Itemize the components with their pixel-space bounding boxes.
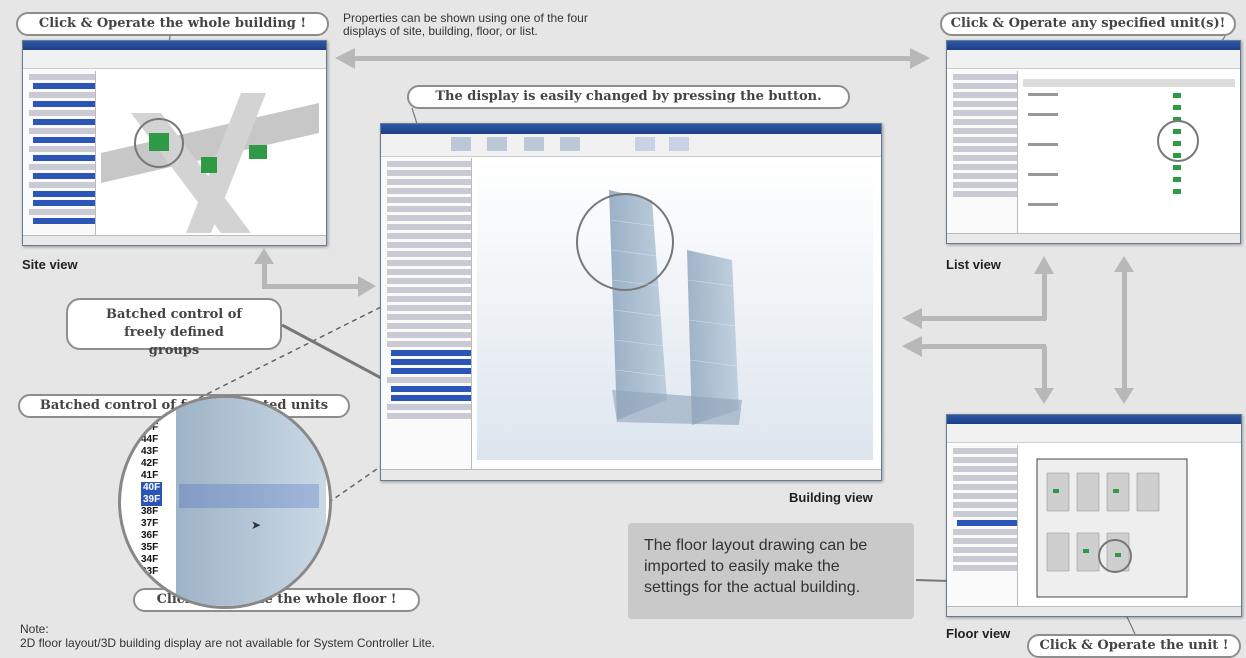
list-window-toolbar [947, 50, 1240, 69]
building-window-titlebar [381, 124, 881, 134]
site-view-button[interactable] [451, 137, 471, 151]
floor-label[interactable]: 36F [141, 530, 162, 542]
list-tree-panel[interactable] [947, 71, 1018, 233]
refresh-icon[interactable] [669, 137, 690, 151]
floor-window-titlebar [947, 415, 1241, 424]
floor-label[interactable]: 44F [141, 434, 162, 446]
building-view-toolbar[interactable] [381, 134, 881, 157]
floor-label-selected[interactable]: 39F [141, 494, 163, 506]
floor-label-selected[interactable]: 40F [141, 482, 163, 494]
floor-view-button[interactable] [523, 137, 544, 151]
floor-label[interactable]: 33F [141, 566, 162, 578]
site-status-bar [23, 235, 326, 245]
list-window-titlebar [947, 41, 1240, 50]
selected-floor-highlight [179, 484, 319, 508]
floor-tree-panel[interactable] [947, 445, 1018, 606]
arrow-list-floor [1114, 256, 1134, 404]
site-map[interactable] [101, 73, 319, 233]
cursor-arrow-icon: ➤ [251, 518, 262, 532]
floor-labels[interactable]: 45F 44F 43F 42F 41F 40F 39F 38F 37F 36F … [141, 422, 163, 578]
floor-view-window[interactable] [946, 414, 1242, 617]
site-window-toolbar [23, 50, 326, 69]
floor-label[interactable]: 38F [141, 506, 162, 518]
site-window-titlebar [23, 41, 326, 50]
floor-label[interactable]: 45F [141, 422, 162, 434]
arrow-site-building [254, 248, 376, 297]
product-feature-overview: { "callouts": { "whole_building": "Click… [0, 0, 1246, 658]
building-view-window[interactable] [380, 123, 882, 481]
building-tree-panel[interactable] [381, 158, 472, 470]
unit-list-table[interactable] [1023, 79, 1235, 229]
floor-label[interactable]: 35F [141, 542, 162, 554]
arrow-building-floor [902, 336, 1054, 404]
arrow-site-list [335, 48, 930, 69]
floor-status-bar [947, 606, 1241, 616]
list-view-button[interactable] [560, 137, 581, 151]
list-status-bar [947, 233, 1240, 243]
building-3d-model[interactable] [477, 160, 873, 460]
settings-gear-icon[interactable] [634, 137, 655, 151]
building-status-bar [381, 469, 881, 480]
site-tree-panel[interactable] [23, 71, 96, 235]
list-view-window[interactable] [946, 40, 1241, 244]
floor-layout-drawing[interactable] [1023, 453, 1235, 603]
arrow-building-list [902, 256, 1054, 329]
floor-label[interactable]: 34F [141, 554, 162, 566]
building-view-button[interactable] [487, 137, 508, 151]
floor-zoom-circle[interactable]: 45F 44F 43F 42F 41F 40F 39F 38F 37F 36F … [118, 395, 332, 609]
site-view-window[interactable] [22, 40, 327, 246]
floor-label[interactable]: 37F [141, 518, 162, 530]
floor-window-toolbar [947, 424, 1241, 443]
floor-label[interactable]: 42F [141, 458, 162, 470]
floor-label[interactable]: 41F [141, 470, 162, 482]
floor-label[interactable]: 43F [141, 446, 162, 458]
